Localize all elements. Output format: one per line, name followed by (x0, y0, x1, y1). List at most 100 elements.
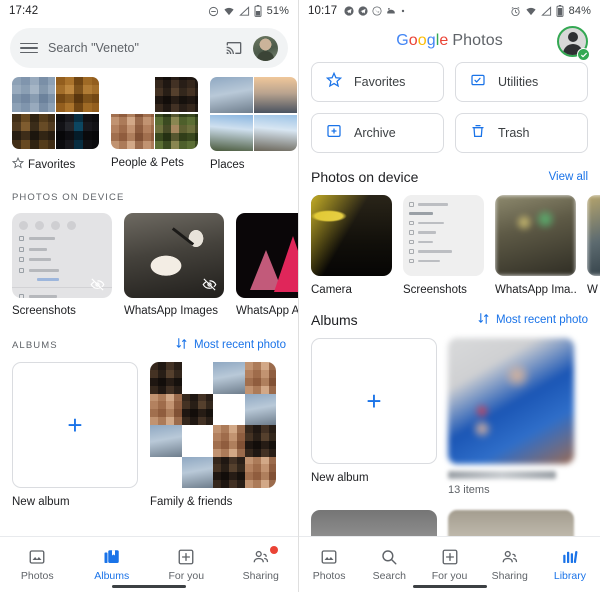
cast-icon[interactable] (225, 40, 243, 56)
signal-icon (238, 5, 250, 17)
home-indicator (112, 585, 186, 588)
quick-card-utilities[interactable]: Utilities (455, 62, 588, 102)
archive-icon (326, 123, 342, 144)
folder-thumbnail (12, 213, 112, 298)
status-time: 10:17 (308, 5, 338, 17)
folder-label: Screenshots (12, 305, 76, 317)
photos-icon (320, 547, 338, 567)
albums-section-header: ALBUMS Most recent photo (0, 317, 298, 353)
category-places[interactable]: Places (210, 77, 297, 172)
folder-thumbnail (311, 195, 392, 276)
folder-thumbnail (236, 213, 298, 298)
no-backup-icon (202, 277, 217, 292)
folder-thumbnail (495, 195, 576, 276)
right-bottom-nav: Photos Search For you Sharing Library (299, 536, 600, 592)
nav-item-library[interactable]: Library (540, 547, 600, 582)
album-label: Family & friends (150, 496, 233, 508)
album-new[interactable]: + New album (12, 362, 138, 508)
nav-item-photos[interactable]: Photos (0, 547, 75, 582)
plus-icon: + (366, 386, 382, 416)
albums-section-header: Albums Most recent photo (299, 296, 600, 328)
nav-label: Albums (94, 570, 130, 582)
category-label-row: Places (210, 159, 297, 171)
device-folder-screenshots[interactable]: Screenshots (12, 213, 112, 317)
nav-item-sharing[interactable]: Sharing (224, 546, 299, 582)
category-label-row: Favorites (11, 156, 99, 172)
device-folder-camera[interactable]: Camera (311, 195, 392, 296)
folder-label: Screenshots (403, 284, 467, 296)
wifi-icon (223, 6, 235, 17)
album-label: New album (311, 472, 369, 484)
quick-card-trash[interactable]: Trash (455, 113, 588, 153)
sharing-badge (269, 546, 278, 554)
left-status-bar: 17:42 51% (0, 0, 298, 22)
battery-icon (556, 5, 564, 17)
folder-thumbnail (124, 213, 224, 298)
album-thumbnail (448, 338, 574, 464)
for-you-icon (177, 547, 195, 567)
device-folder-list: Screenshots WhatsApp Images WhatsApp A (0, 203, 298, 317)
device-folder-whatsapp-images[interactable]: WhatsApp Images (124, 213, 224, 317)
category-favorites[interactable]: Favorites (11, 77, 99, 172)
sort-icon (175, 337, 188, 353)
albums-sort-button[interactable]: Most recent photo (175, 337, 286, 353)
album-label: New album (12, 496, 70, 508)
app-title-bar: Google Photos (299, 22, 600, 61)
new-album-tile[interactable]: + (311, 338, 437, 464)
for-you-icon (441, 547, 459, 567)
albums-icon (103, 547, 121, 567)
quick-access-cards: Favorites Utilities Archive Trash (299, 50, 600, 153)
search-input[interactable]: Search "Veneto" (48, 41, 215, 55)
category-thumbnail (12, 77, 99, 149)
plus-icon: + (67, 410, 83, 440)
nav-item-albums[interactable]: Albums (75, 547, 150, 582)
device-folder-screenshots[interactable]: Screenshots (403, 195, 484, 296)
battery-percent: 51% (266, 5, 289, 17)
folder-label: WhatsApp Images (124, 305, 218, 317)
quick-card-archive[interactable]: Archive (311, 113, 444, 153)
quick-card-favorites[interactable]: Favorites (311, 62, 444, 102)
folder-thumbnail (587, 195, 600, 276)
category-label: Places (210, 159, 245, 171)
account-avatar[interactable] (253, 35, 278, 61)
photos-on-device-heading: PHOTOS ON DEVICE (12, 192, 125, 203)
whatsapp-icon (372, 6, 382, 16)
sort-icon (477, 312, 490, 328)
album-family-and-friends[interactable]: Family & friends (150, 362, 276, 508)
category-people-and-pets[interactable]: People & Pets (111, 77, 198, 172)
device-folder-w[interactable]: W (587, 195, 600, 296)
page-title: Google Photos (396, 32, 503, 49)
nav-item-photos[interactable]: Photos (299, 547, 359, 582)
photos-on-device-header: Photos on device View all (299, 153, 600, 185)
category-label: People & Pets (111, 157, 184, 169)
view-all-link[interactable]: View all (549, 171, 588, 183)
nav-item-search[interactable]: Search (359, 547, 419, 582)
sharing-icon (500, 547, 520, 567)
photos-icon (28, 547, 46, 567)
dot-icon (400, 8, 406, 14)
category-thumbnail (210, 77, 297, 151)
album-item[interactable]: 13 items (448, 338, 574, 496)
nav-item-for-you[interactable]: For you (149, 547, 224, 582)
albums-heading: Albums (311, 312, 358, 328)
hamburger-menu-icon[interactable] (20, 42, 38, 54)
nav-label: Photos (20, 570, 54, 582)
nav-label: Sharing (491, 570, 528, 582)
right-screen-library-tab: 10:17 84% Google Photos Favorites Utilit… (299, 0, 600, 592)
albums-sort-button[interactable]: Most recent photo (477, 312, 588, 328)
search-bar[interactable]: Search "Veneto" (10, 28, 288, 68)
category-label: Favorites (28, 158, 76, 171)
nav-item-for-you[interactable]: For you (419, 547, 479, 582)
albums-heading: ALBUMS (12, 339, 58, 351)
albums-list: + New album 13 items (299, 328, 600, 496)
album-new[interactable]: + New album (311, 338, 437, 496)
device-folder-whatsapp-audio[interactable]: WhatsApp A (236, 213, 298, 317)
verified-check-icon (577, 48, 590, 61)
new-album-tile[interactable]: + (12, 362, 138, 488)
album-item-count: 13 items (448, 484, 490, 496)
albums-sort-label: Most recent photo (193, 339, 286, 351)
nav-item-sharing[interactable]: Sharing (480, 547, 540, 582)
quick-card-label: Archive (354, 126, 396, 140)
library-icon (561, 547, 579, 567)
device-folder-whatsapp-images[interactable]: WhatsApp Ima... (495, 195, 576, 296)
